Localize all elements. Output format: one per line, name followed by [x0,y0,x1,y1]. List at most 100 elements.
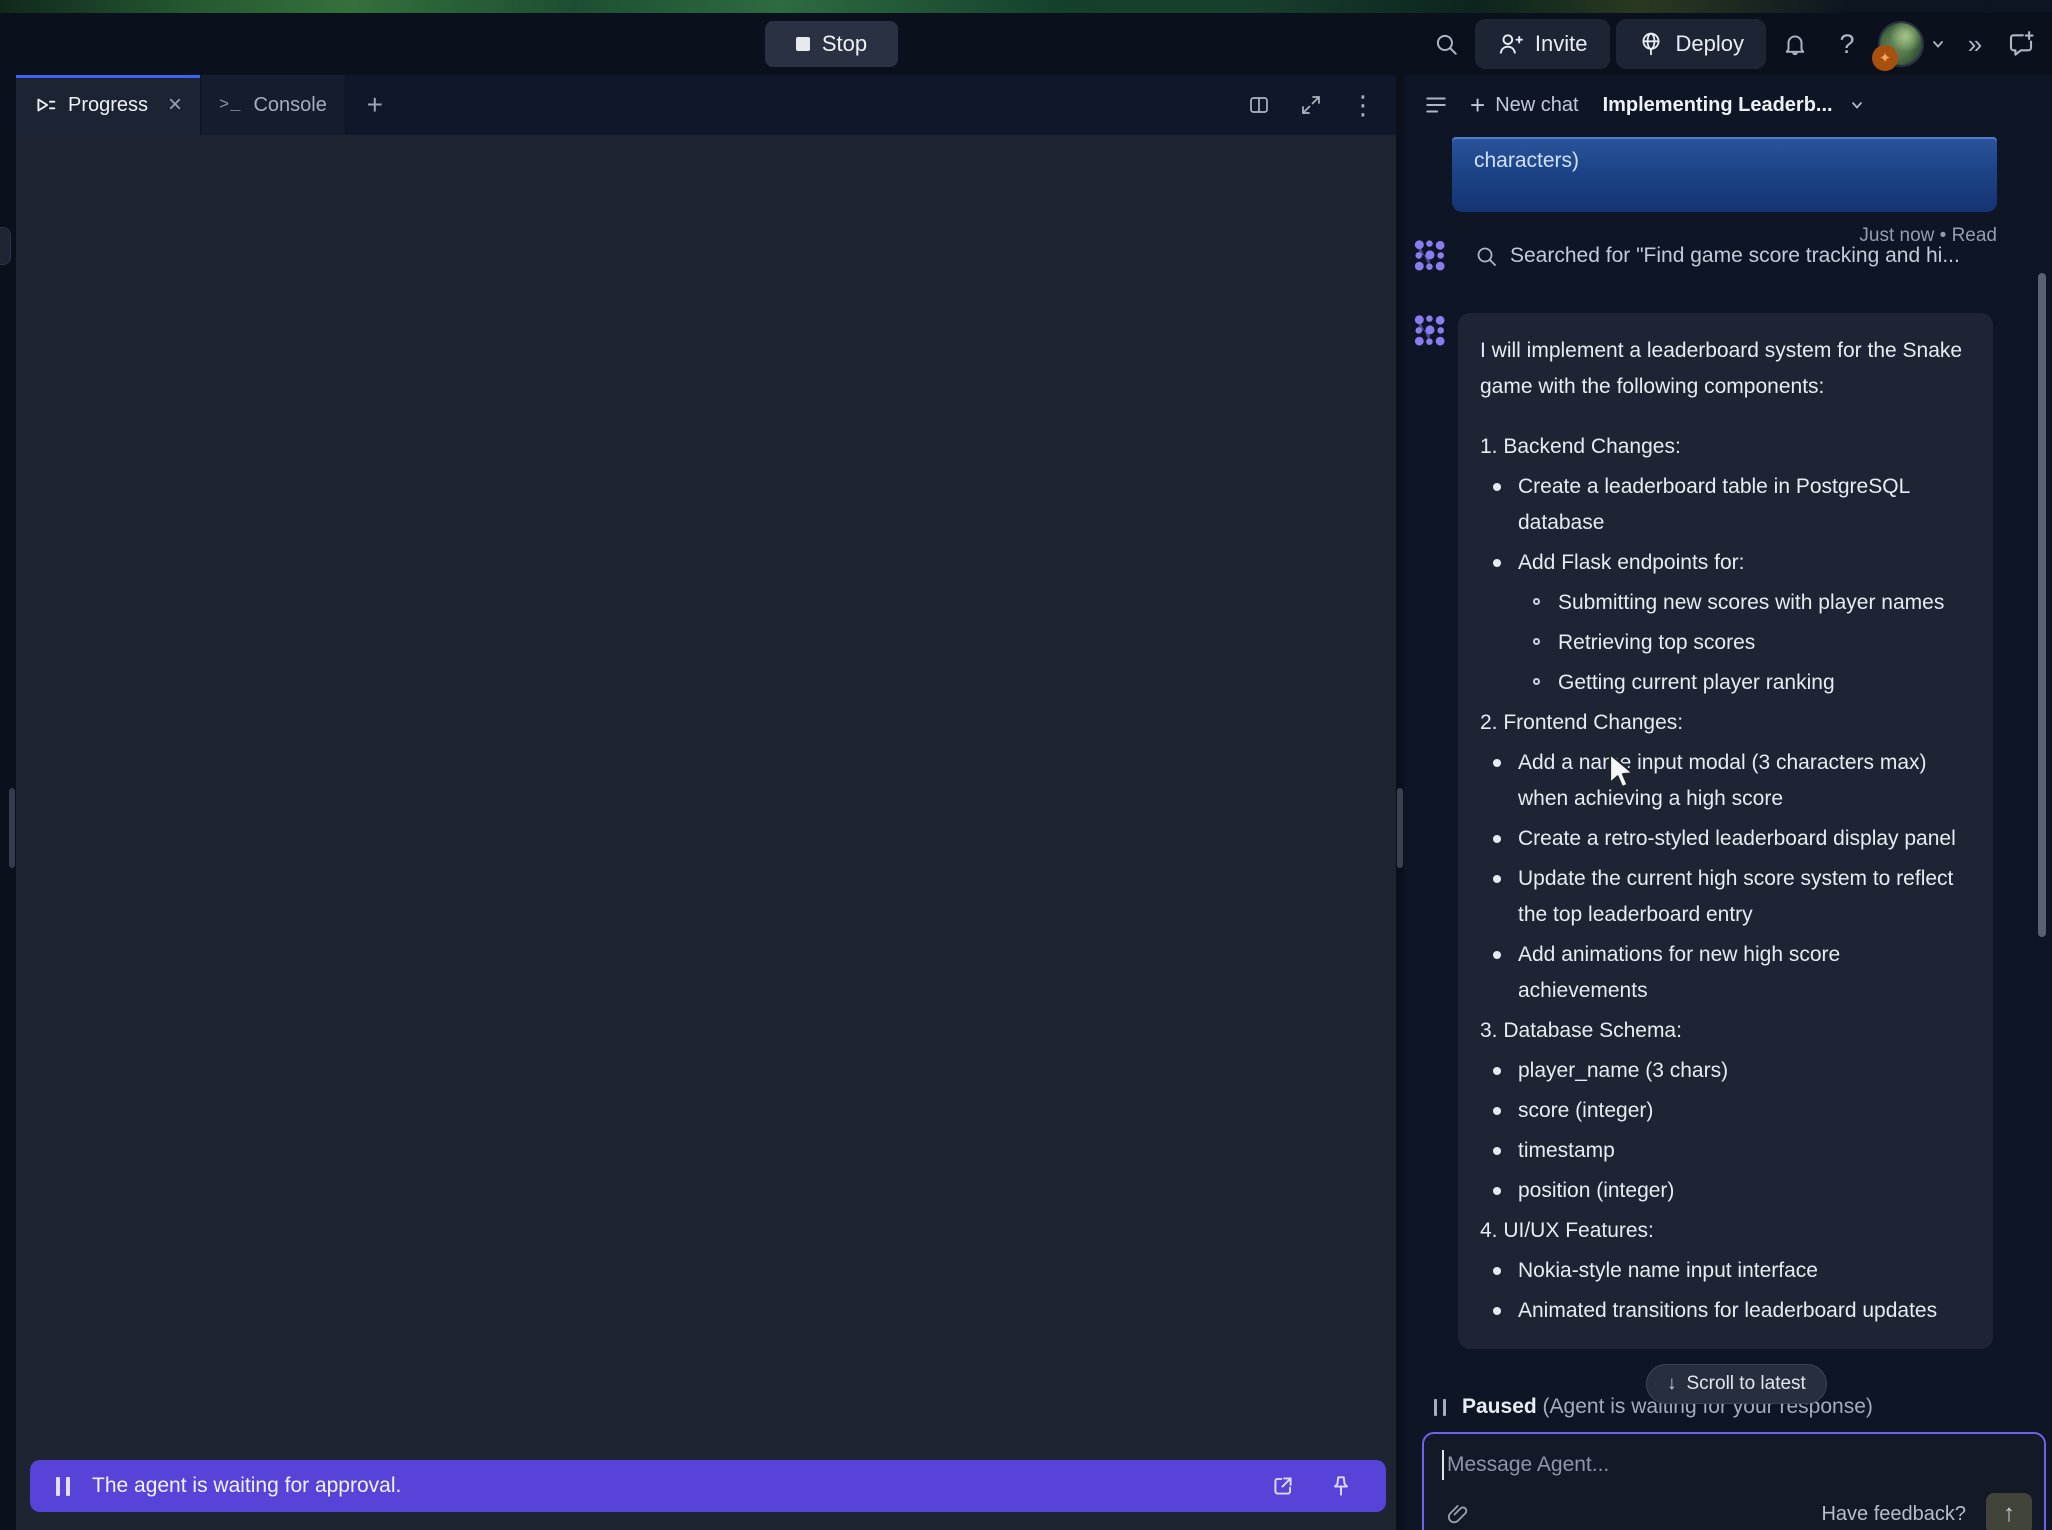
bullet-icon [1493,1067,1501,1075]
hollow-bullet-icon [1533,598,1540,605]
bullet-icon [1493,759,1501,767]
hollow-bullet-icon [1533,678,1540,685]
sub-list-item-text: Submitting new scores with player names [1558,591,1944,614]
left-panel: Progress × >_ Console + [16,75,1396,1530]
topbar-right-cluster: Invite Deploy ? [1423,13,2044,75]
agent-message-intro: I will implement a leaderboard system fo… [1480,333,1971,405]
expand-pane-button[interactable] [1288,82,1334,128]
message-composer[interactable]: Message Agent... Have feedback? ↑ [1422,1432,2046,1530]
pin-button[interactable] [1322,1467,1360,1505]
list-item: score (integer) [1480,1093,1971,1129]
add-tab-button[interactable]: + [346,75,404,135]
approval-banner: The agent is waiting for approval. [30,1460,1386,1512]
tab-progress-label: Progress [68,94,148,117]
bullet-icon [1493,559,1501,567]
pause-icon [56,1477,70,1496]
divider-resize-handle[interactable] [1397,788,1403,868]
account-menu[interactable]: ✦ [1880,23,1948,65]
bullet-icon [1493,1307,1501,1315]
text-caret [1442,1450,1444,1480]
close-tab-icon[interactable]: × [168,93,182,117]
split-icon [1247,93,1271,117]
paused-label: Paused [1462,1395,1537,1418]
chat-title-dropdown[interactable]: Implementing Leaderb... [1593,86,1877,125]
tabstrip: Progress × >_ Console + [16,75,1396,135]
open-in-pane-button[interactable] [1264,1467,1302,1505]
list-item-text: score (integer) [1518,1099,1653,1122]
banner-actions [1264,1467,1360,1505]
down-arrow-icon: ↓ [1667,1373,1677,1395]
split-pane-button[interactable] [1236,82,1282,128]
deploy-label: Deploy [1676,31,1744,57]
deploy-button[interactable]: Deploy [1616,19,1766,69]
list-item-text: Create a leaderboard table in PostgreSQL… [1518,475,1909,534]
left-resize-handle[interactable] [9,788,15,868]
sub-list-item: Submitting new scores with player names [1480,585,1971,621]
kebab-menu-icon: ⋮ [1350,92,1376,118]
question-icon: ? [1839,31,1854,58]
user-message-bubble: characters) [1452,137,1997,212]
search-icon [1433,31,1459,57]
list-item-text: Add a name input modal (3 characters max… [1518,751,1927,810]
agent-message-bubble: I will implement a leaderboard system fo… [1458,313,1993,1349]
search-event-row[interactable]: Searched for "Find game score tracking a… [1412,238,1960,274]
chat-history-button[interactable] [1416,82,1456,128]
feedback-link[interactable]: Have feedback? [1821,1503,1966,1526]
invite-person-plus-icon [1497,31,1523,57]
collapse-panel-button[interactable]: » [1958,21,1992,67]
search-small-icon [1474,244,1498,268]
window-top-accent [0,0,2052,13]
list-item: Add Flask endpoints for: [1480,545,1971,581]
search-button[interactable] [1423,21,1469,67]
search-event-body: Searched for "Find game score tracking a… [1474,244,1960,268]
composer-placeholder: Message Agent... [1447,1453,1609,1477]
bullet-icon [1493,875,1501,883]
paperclip-icon [1446,1502,1470,1526]
chat-panel: + New chat Implementing Leaderb... chara… [1404,75,2052,1530]
attach-file-button[interactable] [1438,1494,1478,1530]
tab-console-label: Console [253,94,326,117]
search-event-text: Searched for "Find game score tracking a… [1510,244,1960,268]
list-item: Add animations for new high score achiev… [1480,937,1971,1009]
help-button[interactable]: ? [1824,21,1870,67]
list-item: Create a leaderboard table in PostgreSQL… [1480,469,1971,541]
new-chat-label: New chat [1495,94,1578,117]
chat-scrollbar[interactable] [2038,273,2046,937]
hollow-bullet-icon [1533,638,1540,645]
section-title: 1. Backend Changes: [1480,429,1971,465]
new-chat-pane-button[interactable] [1998,21,2044,67]
list-item-text: Nokia-style name input interface [1518,1259,1818,1282]
panel-controls: ⋮ [1236,75,1396,135]
sub-list-item-text: Getting current player ranking [1558,671,1835,694]
panel-divider [1396,75,1404,1530]
left-dock-rail [0,75,16,1530]
tab-progress[interactable]: Progress × [16,75,201,135]
bullet-icon [1493,1187,1501,1195]
user-message-text: characters) [1474,149,1579,172]
progress-icon [34,94,56,116]
pane-menu-button[interactable]: ⋮ [1340,82,1386,128]
notifications-button[interactable] [1772,21,1818,67]
open-in-pane-icon [1270,1473,1296,1499]
list-item: position (integer) [1480,1173,1971,1209]
list-item: player_name (3 chars) [1480,1053,1971,1089]
new-chat-button[interactable]: + New chat [1460,84,1589,126]
stop-button[interactable]: Stop [765,21,898,67]
scroll-to-latest-button[interactable]: ↓ Scroll to latest [1646,1364,1827,1404]
send-button[interactable]: ↑ [1986,1493,2032,1530]
list-item: Create a retro-styled leaderboard displa… [1480,821,1971,857]
list-item-text: Add Flask endpoints for: [1518,551,1744,574]
bullet-icon [1493,1147,1501,1155]
list-item-text: timestamp [1518,1139,1615,1162]
list-item-text: player_name (3 chars) [1518,1059,1728,1082]
bullet-icon [1493,1107,1501,1115]
sparkle-badge-icon: ✦ [1872,45,1898,71]
invite-button[interactable]: Invite [1475,19,1610,69]
approval-banner-text: The agent is waiting for approval. [92,1474,401,1498]
hidden-pane-tab[interactable] [0,227,11,265]
send-arrow-icon: ↑ [2003,1500,2015,1528]
scroll-to-latest-label: Scroll to latest [1687,1373,1806,1395]
section-title: 2. Frontend Changes: [1480,705,1971,741]
composer-input[interactable]: Message Agent... [1442,1450,1609,1480]
tab-console[interactable]: >_ Console [201,75,346,135]
